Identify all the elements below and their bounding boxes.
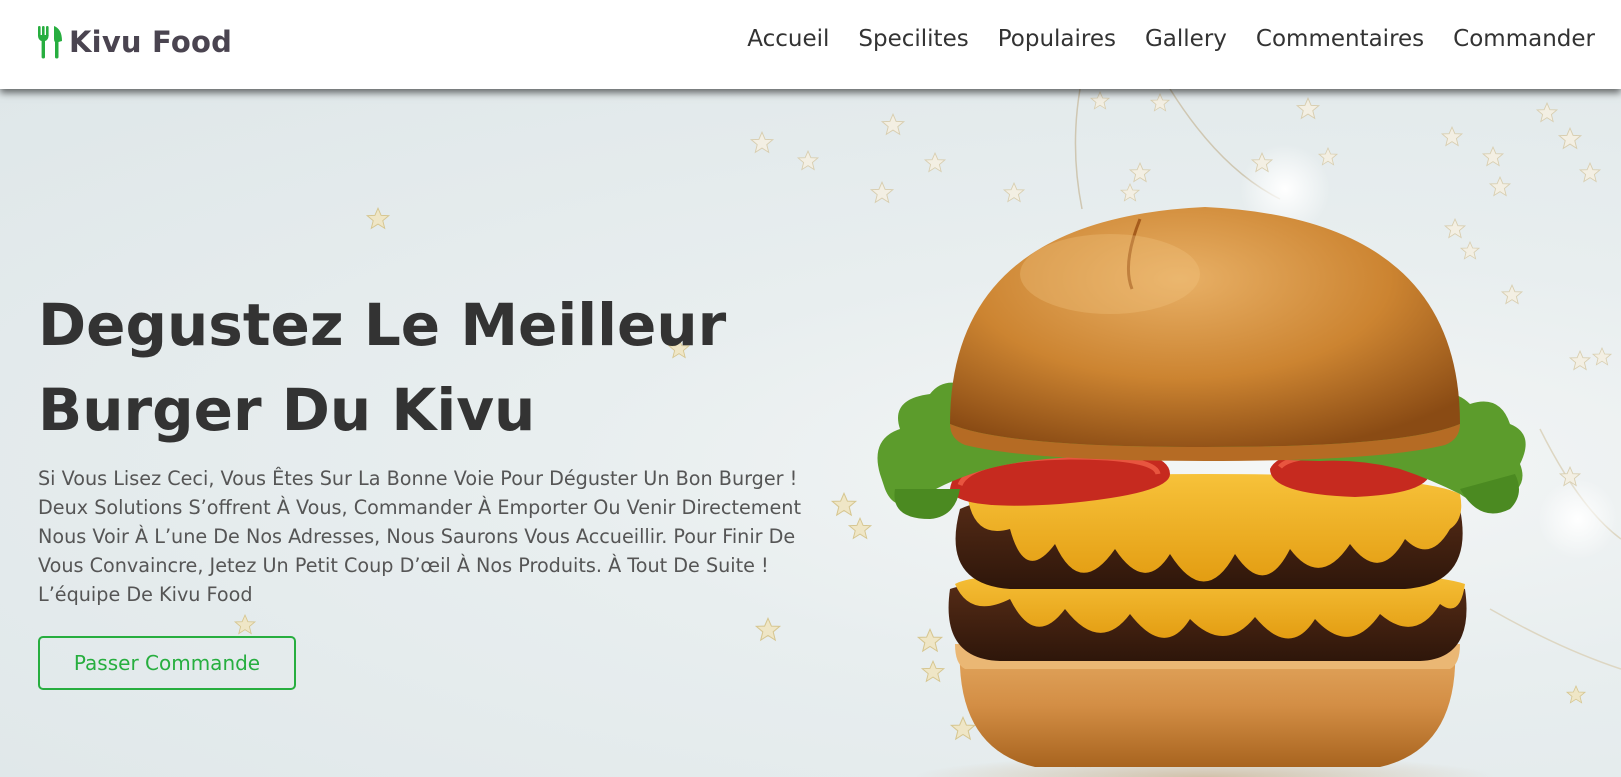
hero-description: Si Vous Lisez Ceci, Vous Êtes Sur La Bon… xyxy=(38,464,838,609)
burger-image xyxy=(877,207,1526,777)
nav-gallery[interactable]: Gallery xyxy=(1145,26,1227,52)
nav-commentaires[interactable]: Commentaires xyxy=(1256,26,1424,52)
hero-title: Degustez Le Meilleur Burger Du Kivu xyxy=(38,283,798,453)
logo-text: Kivu Food xyxy=(69,25,233,59)
hero-description-line: Vous Convaincre, Jetez Un Petit Coup D’œ… xyxy=(38,554,769,577)
nav-specilites[interactable]: Specilites xyxy=(858,26,968,52)
hero-description-line: Si Vous Lisez Ceci, Vous Êtes Sur La Bon… xyxy=(38,467,798,490)
hero-description-line: Nous Voir À L’une De Nos Adresses, Nous … xyxy=(38,525,796,548)
main-nav: Accueil Specilites Populaires Gallery Co… xyxy=(718,26,1595,52)
hero-description-signature: L’équipe De Kivu Food xyxy=(38,583,253,606)
nav-commander[interactable]: Commander xyxy=(1453,26,1595,52)
site-header: Kivu Food Accueil Specilites Populaires … xyxy=(0,0,1621,89)
order-button[interactable]: Passer Commande xyxy=(38,636,296,690)
hero-title-line-2: Burger Du Kivu xyxy=(38,376,536,444)
hero-title-line-1: Degustez Le Meilleur xyxy=(38,291,727,359)
logo[interactable]: Kivu Food xyxy=(37,22,232,62)
utensils-icon xyxy=(38,26,62,59)
hero-description-line: Deux Solutions S’offrent À Vous, Command… xyxy=(38,496,801,519)
hero-section: Degustez Le Meilleur Burger Du Kivu Si V… xyxy=(0,89,1621,777)
nav-populaires[interactable]: Populaires xyxy=(998,26,1116,52)
nav-accueil[interactable]: Accueil xyxy=(747,26,829,52)
